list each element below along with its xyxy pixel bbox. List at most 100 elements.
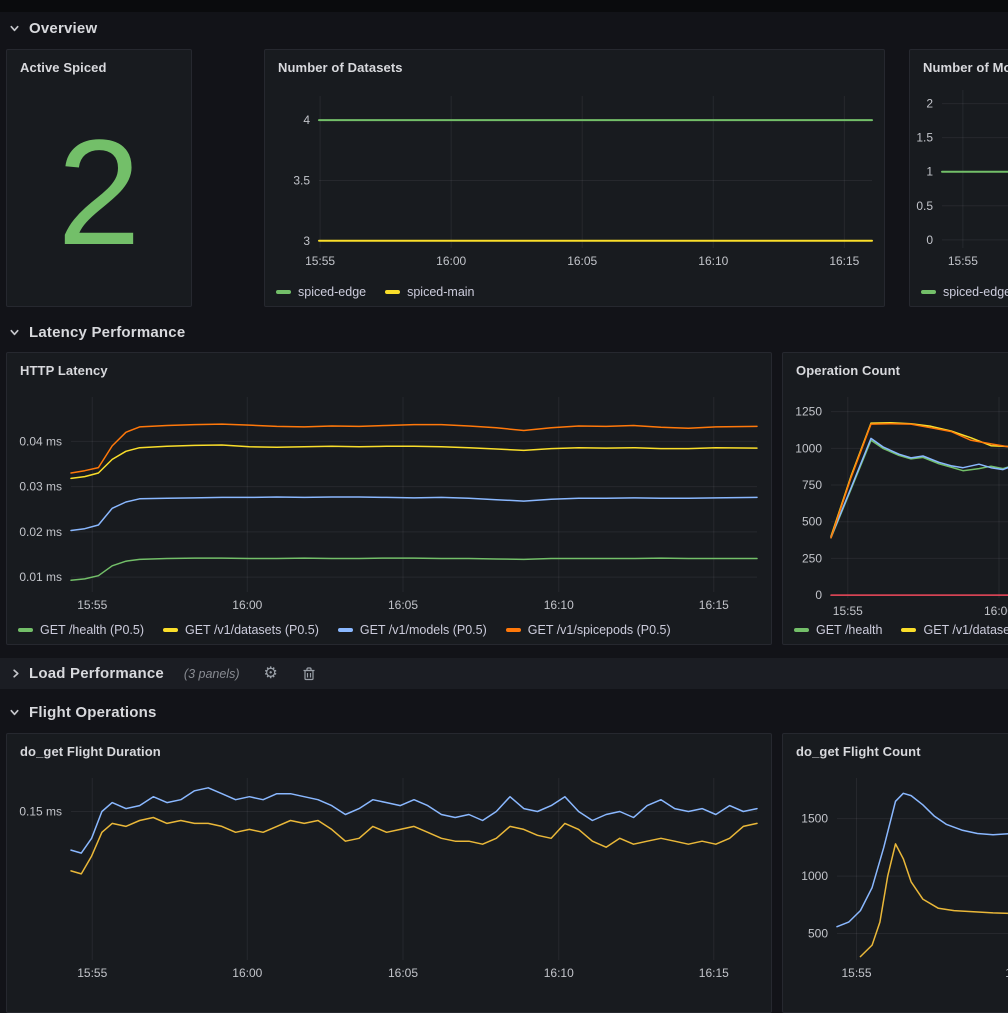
stat-value-active-spiced: 2 <box>7 84 191 300</box>
y-tick-label: 0.04 ms <box>19 434 62 448</box>
x-tick-label: 16:10 <box>698 254 728 268</box>
legend-label: spiced-edge <box>298 285 366 299</box>
chart-number-of-models[interactable]: 00.511.5215:5516:00 <box>910 50 1008 306</box>
legend-item[interactable]: GET /v1/datasets <box>901 623 1008 637</box>
section-header-flight-operations[interactable]: Flight Operations <box>9 699 157 725</box>
chart-operation-count[interactable]: 02505007501000125015:5516:0016:05 <box>783 353 1008 644</box>
y-tick-label: 0.15 ms <box>19 805 62 819</box>
x-tick-label: 16:15 <box>699 598 729 612</box>
x-tick-label: 15:55 <box>841 966 871 980</box>
chevron-down-icon <box>9 23 20 34</box>
section-label-latency-performance: Latency Performance <box>29 324 185 341</box>
panel-title-do-get-flight-count: do_get Flight Count <box>796 744 921 759</box>
series-line-duration-p50-edge <box>71 788 757 853</box>
legend-swatch <box>901 628 916 632</box>
y-tick-label: 1.5 <box>916 131 933 145</box>
operation-count-canvas[interactable]: 02505007501000125015:5516:0016:05 <box>783 353 1008 644</box>
x-tick-label: 15:55 <box>77 966 107 980</box>
legend-swatch <box>338 628 353 632</box>
legend-label: GET /health <box>816 623 882 637</box>
x-tick-label: 15:55 <box>305 254 335 268</box>
section-header-latency-performance[interactable]: Latency Performance <box>9 319 185 345</box>
legend-item[interactable]: GET /v1/spicepods (P0.5) <box>506 623 671 637</box>
legend-label: GET /health (P0.5) <box>40 623 144 637</box>
panel-title-active-spiced: Active Spiced <box>20 60 107 75</box>
series-line-duration-p50-main <box>71 818 757 874</box>
gear-icon[interactable]: ⚙ <box>264 666 278 682</box>
series-line-GET /v1/spicepods <box>831 424 1008 538</box>
chart-do-get-flight-count[interactable]: 5001000150015:5516:0016:05 <box>783 734 1008 1012</box>
x-tick-label: 16:10 <box>544 598 574 612</box>
series-line-GET /v1/datasets (P0.5) <box>71 445 757 478</box>
legend-label: spiced-edge <box>943 285 1008 299</box>
x-tick-label: 16:05 <box>388 598 418 612</box>
number-of-models-canvas[interactable]: 00.511.5215:5516:00 <box>910 50 1008 306</box>
panel-http-latency: HTTP Latency 0.01 ms0.02 ms0.03 ms0.04 m… <box>6 352 772 645</box>
legend-swatch <box>18 628 33 632</box>
legend-item[interactable]: GET /v1/datasets (P0.5) <box>163 623 319 637</box>
panel-number-of-datasets: Number of Datasets 33.5415:5516:0016:051… <box>264 49 885 307</box>
trash-icon[interactable] <box>302 666 316 681</box>
legend-item[interactable]: spiced-edge <box>921 285 1008 299</box>
chevron-right-icon <box>10 668 21 679</box>
chart-number-of-datasets[interactable]: 33.5415:5516:0016:0516:1016:15 <box>265 50 884 306</box>
section-header-load-performance[interactable]: Load Performance (3 panels) ⚙ <box>0 658 1008 689</box>
x-tick-label: 16:05 <box>567 254 597 268</box>
y-tick-label: 1250 <box>795 405 822 419</box>
top-bar <box>0 0 1008 12</box>
do-get-flight-count-canvas[interactable]: 5001000150015:5516:0016:05 <box>783 734 1008 1012</box>
section-label-overview: Overview <box>29 20 97 37</box>
y-tick-label: 0 <box>926 233 933 247</box>
http-latency-legend: GET /health (P0.5) GET /v1/datasets (P0.5… <box>18 623 768 637</box>
panel-title-number-of-datasets: Number of Datasets <box>278 60 403 75</box>
panel-do-get-flight-count: do_get Flight Count 5001000150015:5516:0… <box>782 733 1008 1013</box>
panel-operation-count: Operation Count 02505007501000125015:551… <box>782 352 1008 645</box>
legend-item[interactable]: GET /v1/models (P0.5) <box>338 623 487 637</box>
y-tick-label: 1 <box>926 165 933 179</box>
legend-swatch <box>385 290 400 294</box>
y-tick-label: 0 <box>815 588 822 602</box>
y-tick-label: 1500 <box>801 812 828 826</box>
series-line-count-edge <box>837 793 1008 926</box>
section-label-flight-operations: Flight Operations <box>29 704 157 721</box>
legend-swatch <box>794 628 809 632</box>
panel-title-number-of-models: Number of Models <box>923 60 1008 75</box>
series-line-GET /v1/models (P0.5) <box>71 497 757 531</box>
y-tick-label: 1000 <box>795 441 822 455</box>
y-tick-label: 2 <box>926 97 933 111</box>
legend-swatch <box>163 628 178 632</box>
section-header-overview[interactable]: Overview <box>9 15 97 41</box>
legend-item[interactable]: GET /health <box>794 623 882 637</box>
panel-title-http-latency: HTTP Latency <box>20 363 108 378</box>
operation-count-legend: GET /healthGET /v1/datasetsGET /v1/model… <box>794 623 1008 637</box>
y-tick-label: 250 <box>802 551 822 565</box>
legend-item[interactable]: GET /health (P0.5) <box>18 623 144 637</box>
y-tick-label: 1000 <box>801 869 828 883</box>
legend-item[interactable]: spiced-main <box>385 285 474 299</box>
x-tick-label: 15:55 <box>833 604 863 618</box>
number-of-models-legend: spiced-edge <box>921 285 1008 299</box>
y-tick-label: 500 <box>802 515 822 529</box>
x-tick-label: 16:05 <box>388 966 418 980</box>
legend-swatch <box>276 290 291 294</box>
number-of-datasets-canvas[interactable]: 33.5415:5516:0016:0516:1016:15 <box>265 50 884 306</box>
chart-do-get-flight-duration[interactable]: 0.15 ms15:5516:0016:0516:1016:15 <box>7 734 771 1012</box>
chart-http-latency[interactable]: 0.01 ms0.02 ms0.03 ms0.04 ms15:5516:0016… <box>7 353 771 644</box>
legend-item[interactable]: spiced-edge <box>276 285 366 299</box>
y-tick-label: 4 <box>303 113 310 127</box>
x-tick-label: 16:00 <box>232 966 262 980</box>
x-tick-label: 15:55 <box>948 254 978 268</box>
http-latency-canvas[interactable]: 0.01 ms0.02 ms0.03 ms0.04 ms15:5516:0016… <box>7 353 771 644</box>
do-get-flight-duration-canvas[interactable]: 0.15 ms15:5516:0016:0516:1016:15 <box>7 734 771 1012</box>
legend-label: GET /v1/models (P0.5) <box>360 623 487 637</box>
series-line-count-main <box>860 844 1008 957</box>
panel-active-spiced: Active Spiced 2 <box>6 49 192 307</box>
grafana-dashboard: { "colors": { "green": "#73BF69", "yello… <box>0 0 1008 849</box>
panel-title-do-get-flight-duration: do_get Flight Duration <box>20 744 161 759</box>
legend-swatch <box>506 628 521 632</box>
y-tick-label: 500 <box>808 927 828 941</box>
panel-title-operation-count: Operation Count <box>796 363 900 378</box>
x-tick-label: 16:15 <box>829 254 859 268</box>
y-tick-label: 0.5 <box>916 199 933 213</box>
legend-label: GET /v1/spicepods (P0.5) <box>528 623 671 637</box>
